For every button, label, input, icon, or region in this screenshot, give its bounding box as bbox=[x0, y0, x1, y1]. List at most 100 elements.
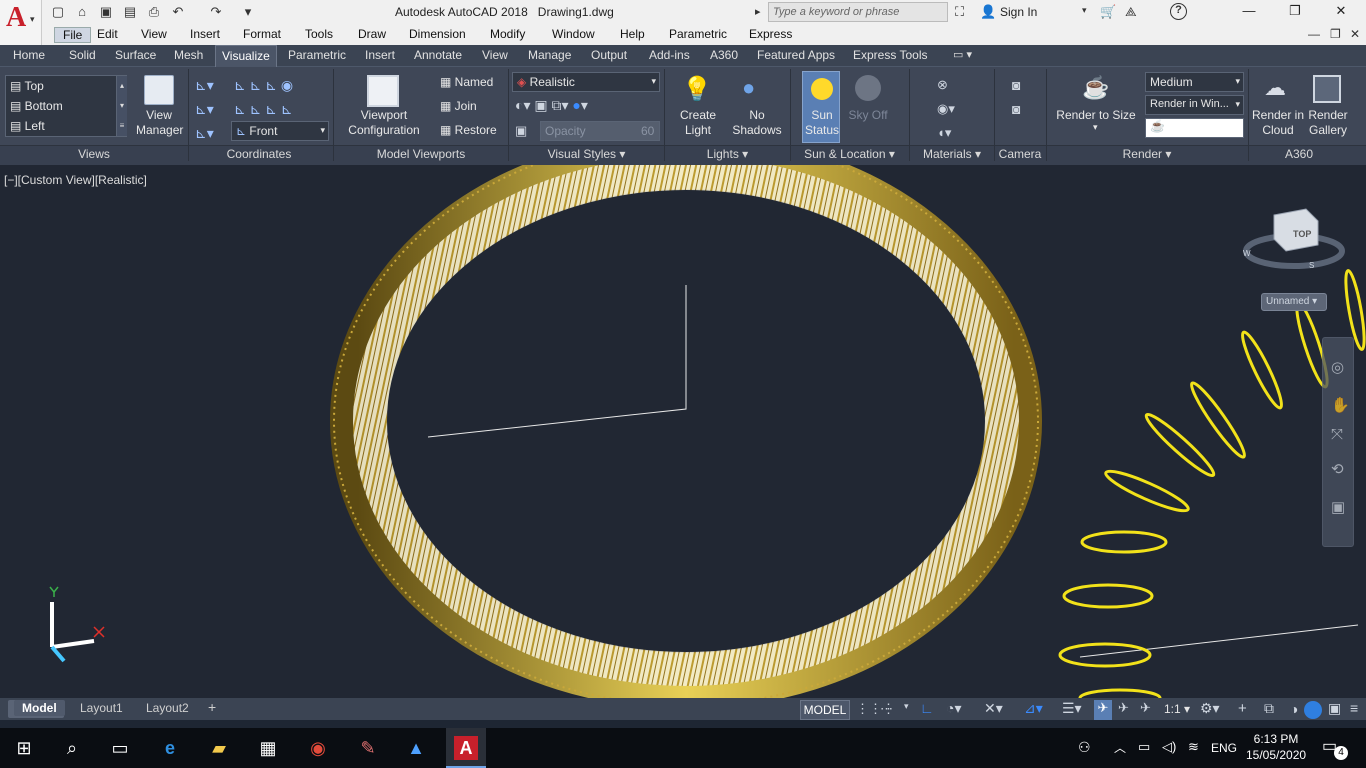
tab-solid[interactable]: Solid bbox=[69, 48, 96, 62]
selected-profile-circles[interactable] bbox=[1058, 269, 1366, 698]
path-line-right[interactable] bbox=[1079, 624, 1359, 658]
save-as-icon[interactable]: ▤ bbox=[122, 4, 138, 20]
doc-minimize-button[interactable]: — bbox=[1308, 27, 1320, 41]
a360-icon[interactable]: ⟁ bbox=[1125, 4, 1137, 20]
render-gallery-icon[interactable] bbox=[1313, 75, 1341, 103]
drawing-viewport[interactable]: [−][Custom View][Realistic] TOP W S Unna… bbox=[0, 165, 1366, 698]
visual-style-combo[interactable]: ◈ Realistic ▾ bbox=[512, 72, 660, 92]
tab-a360[interactable]: A360 bbox=[710, 48, 738, 62]
render-teapot-icon[interactable]: ☕ bbox=[1082, 75, 1112, 103]
no-shadows-button[interactable]: No Shadows bbox=[731, 108, 783, 138]
model-space-button[interactable]: MODEL bbox=[800, 700, 850, 720]
sun-location-panel-title[interactable]: Sun & Location ▾ bbox=[791, 147, 908, 163]
search-icon[interactable]: ⌕ bbox=[60, 736, 84, 760]
render-to-size-button[interactable]: Render to Size bbox=[1054, 108, 1138, 122]
render-target-combo[interactable]: Render in Win... ▾ bbox=[1145, 95, 1244, 115]
tab-featured-apps[interactable]: Featured Apps bbox=[757, 48, 835, 62]
camera-tools[interactable]: ◙ ◙ bbox=[1012, 73, 1020, 121]
restore-viewports-button[interactable]: ▦ Restore bbox=[440, 123, 497, 137]
tab-output[interactable]: Output bbox=[591, 48, 627, 62]
opacity-icon[interactable]: ▣ bbox=[515, 123, 527, 139]
search-input[interactable]: ▸ Type a keyword or phrase bbox=[755, 2, 948, 22]
menu-modify[interactable]: Modify bbox=[490, 27, 525, 41]
view-item-bottom[interactable]: ▤ Bottom bbox=[10, 99, 63, 113]
binoculars-icon[interactable]: ⛶ bbox=[955, 4, 964, 20]
tab-add-ins[interactable]: Add-ins bbox=[649, 48, 690, 62]
application-menu-button[interactable]: A ▾ bbox=[0, 0, 42, 45]
views-list[interactable]: ▤ Top ▤ Bottom ▤ Left ▴ ▾ ≡ bbox=[5, 75, 127, 137]
ribbon-display-toggle-icon[interactable]: ▭ ▾ bbox=[953, 48, 972, 61]
open-icon[interactable]: ⌂ bbox=[74, 4, 90, 20]
lights-panel-title[interactable]: Lights ▾ bbox=[665, 147, 790, 163]
menu-format[interactable]: Format bbox=[243, 27, 281, 41]
render-environment-field[interactable]: ☕ bbox=[1145, 118, 1244, 138]
tab-parametric[interactable]: Parametric bbox=[288, 48, 346, 62]
visual-styles-panel-title[interactable]: Visual Styles ▾ bbox=[509, 147, 664, 163]
polar-icon[interactable]: ◔▾ bbox=[946, 700, 961, 717]
tab-visualize[interactable]: Visualize bbox=[215, 45, 277, 67]
tab-manage[interactable]: Manage bbox=[528, 48, 571, 62]
view-item-left[interactable]: ▤ Left bbox=[10, 119, 45, 133]
render-in-cloud-button[interactable]: Render in Cloud bbox=[1250, 108, 1306, 138]
orbit-icon[interactable]: ⟲ bbox=[1331, 460, 1344, 478]
viewport-configuration-button[interactable]: Viewport Configuration bbox=[340, 108, 428, 138]
join-viewports-button[interactable]: ▦ Join bbox=[440, 99, 477, 113]
calculator-icon[interactable]: ▦ bbox=[256, 736, 280, 760]
battery-icon[interactable]: ▭ bbox=[1138, 739, 1150, 755]
torus-coil-wrapping[interactable] bbox=[353, 165, 1019, 686]
close-button[interactable]: ✕ bbox=[1326, 3, 1356, 21]
create-light-button[interactable]: Create Light bbox=[672, 108, 724, 138]
annotation-monitor-icon[interactable]: + bbox=[1238, 700, 1247, 717]
file-explorer-icon[interactable]: ▰ bbox=[207, 736, 231, 760]
osnap-tracking-icon[interactable]: ✕▾ bbox=[984, 700, 1003, 717]
lineweight-icon[interactable]: ☰▾ bbox=[1062, 700, 1082, 717]
add-layout-icon[interactable]: + bbox=[200, 698, 224, 716]
menu-view[interactable]: View bbox=[141, 27, 167, 41]
sign-in-button[interactable]: Sign In bbox=[1000, 5, 1037, 19]
new-icon[interactable]: ▢ bbox=[50, 4, 66, 20]
tab-mesh[interactable]: Mesh bbox=[174, 48, 203, 62]
minimize-button[interactable]: — bbox=[1234, 3, 1264, 21]
materials-panel-title[interactable]: Materials ▾ bbox=[910, 147, 994, 163]
search-expand-icon[interactable]: ▸ bbox=[755, 5, 761, 18]
viewcube-top-face[interactable]: TOP bbox=[1293, 229, 1311, 239]
no-shadows-icon[interactable]: ● bbox=[742, 75, 766, 103]
autocad-taskbar-button[interactable]: A bbox=[446, 728, 486, 768]
app-icon[interactable]: ▲ bbox=[404, 736, 428, 760]
menu-insert[interactable]: Insert bbox=[190, 27, 220, 41]
menu-tools[interactable]: Tools bbox=[305, 27, 333, 41]
annotation-visibility-icon[interactable]: ✈ bbox=[1094, 700, 1112, 720]
view-manager-icon[interactable] bbox=[144, 75, 174, 105]
customize-icon[interactable]: ≡ bbox=[1350, 700, 1358, 716]
render-quality-combo[interactable]: Medium ▾ bbox=[1145, 72, 1244, 92]
paint-icon[interactable]: ✎ bbox=[356, 736, 380, 760]
edge-icon[interactable]: e bbox=[158, 736, 182, 760]
coordinates-combo[interactable]: ⊾ Front ▾ bbox=[231, 121, 329, 141]
tab-annotate[interactable]: Annotate bbox=[414, 48, 462, 62]
sky-icon[interactable] bbox=[855, 75, 881, 101]
menu-parametric[interactable]: Parametric bbox=[669, 27, 727, 41]
tab-view[interactable]: View bbox=[482, 48, 508, 62]
render-gallery-button[interactable]: Render Gallery bbox=[1305, 108, 1351, 138]
annotation-scale-icon[interactable]: ✈ bbox=[1140, 700, 1151, 716]
tray-chevron-icon[interactable]: ︿ bbox=[1114, 739, 1126, 756]
workspace-gear-icon[interactable]: ⚙▾ bbox=[1200, 700, 1220, 717]
path-line[interactable] bbox=[427, 285, 687, 438]
ucs-icons-col2[interactable]: ⊾ ⊾ ⊾ ◉ ⊾ ⊾ ⊾ ⊾ bbox=[234, 73, 293, 121]
menu-express[interactable]: Express bbox=[749, 27, 792, 41]
snap-icon[interactable]: ⋯ bbox=[880, 701, 893, 717]
render-size-dropdown-icon[interactable]: ▾ bbox=[1093, 122, 1098, 133]
doc-close-button[interactable]: ✕ bbox=[1350, 27, 1360, 41]
menu-window[interactable]: Window bbox=[552, 27, 595, 41]
undo-icon[interactable]: ↶ bbox=[170, 4, 186, 20]
named-viewports-button[interactable]: ▦ Named bbox=[440, 75, 493, 89]
help-icon[interactable]: ? bbox=[1170, 3, 1187, 20]
views-scroll[interactable]: ▴ ▾ ≡ bbox=[116, 76, 127, 136]
quick-properties-icon[interactable]: ◑ bbox=[1290, 701, 1298, 717]
layout-tab-layout2[interactable]: Layout2 bbox=[138, 700, 197, 716]
render-cloud-icon[interactable]: ☁ bbox=[1264, 75, 1292, 103]
clock[interactable]: 6:13 PM 15/05/2020 bbox=[1246, 731, 1306, 763]
windows-start-icon[interactable]: ⊞ bbox=[12, 736, 36, 760]
auto-scale-icon[interactable]: ✈ bbox=[1118, 700, 1129, 716]
opacity-slider[interactable]: Opacity 60 bbox=[540, 121, 660, 141]
